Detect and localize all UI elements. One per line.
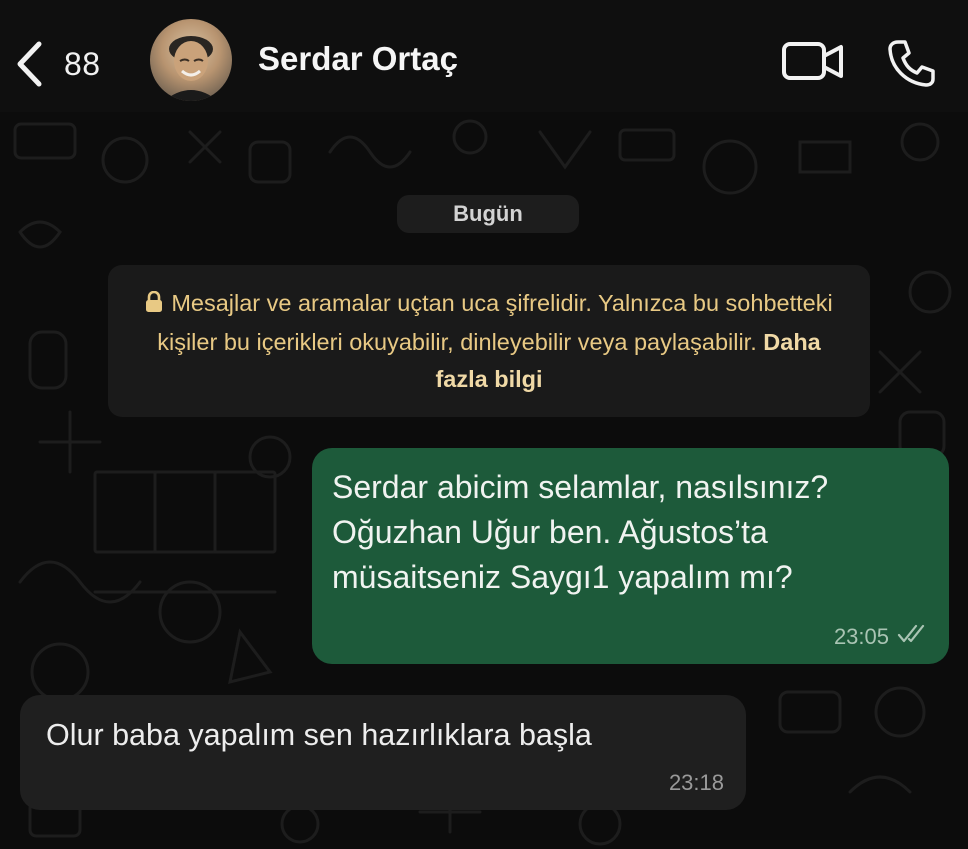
message-time: 23:05 bbox=[833, 624, 889, 649]
avatar[interactable] bbox=[150, 19, 232, 101]
back-button[interactable]: 88 bbox=[14, 38, 101, 90]
video-call-button[interactable] bbox=[781, 40, 845, 84]
message-meta: 23:05 bbox=[834, 624, 931, 650]
incoming-message[interactable]: Olur baba yapalım sen hazırlıklara başla… bbox=[20, 695, 746, 810]
outgoing-message[interactable]: Serdar abicim selamlar, nasılsınız? Oğuz… bbox=[312, 448, 949, 664]
chat-area[interactable]: Bugün Mesajlar ve aramalar uçtan uca şif… bbox=[0, 112, 968, 849]
lock-icon bbox=[145, 287, 163, 324]
message-text: Olur baba yapalım sen hazırlıklara başla bbox=[46, 718, 592, 752]
date-separator: Bugün bbox=[397, 195, 579, 233]
phone-icon bbox=[886, 40, 936, 92]
message-time: 23:18 bbox=[668, 770, 724, 795]
chat-header: 88 Serdar Ortaç bbox=[0, 0, 968, 112]
message-text: Serdar abicim selamlar, nasılsınız? Oğuz… bbox=[332, 469, 829, 595]
contact-name[interactable]: Serdar Ortaç bbox=[258, 40, 458, 78]
double-check-icon bbox=[889, 624, 931, 650]
video-camera-icon bbox=[781, 42, 845, 88]
voice-call-button[interactable] bbox=[886, 38, 936, 88]
encryption-notice[interactable]: Mesajlar ve aramalar uçtan uca şifrelidi… bbox=[108, 265, 870, 417]
unread-count: 88 bbox=[64, 45, 101, 82]
chevron-left-icon bbox=[14, 40, 44, 88]
encryption-notice-text: Mesajlar ve aramalar uçtan uca şifrelidi… bbox=[157, 290, 833, 355]
